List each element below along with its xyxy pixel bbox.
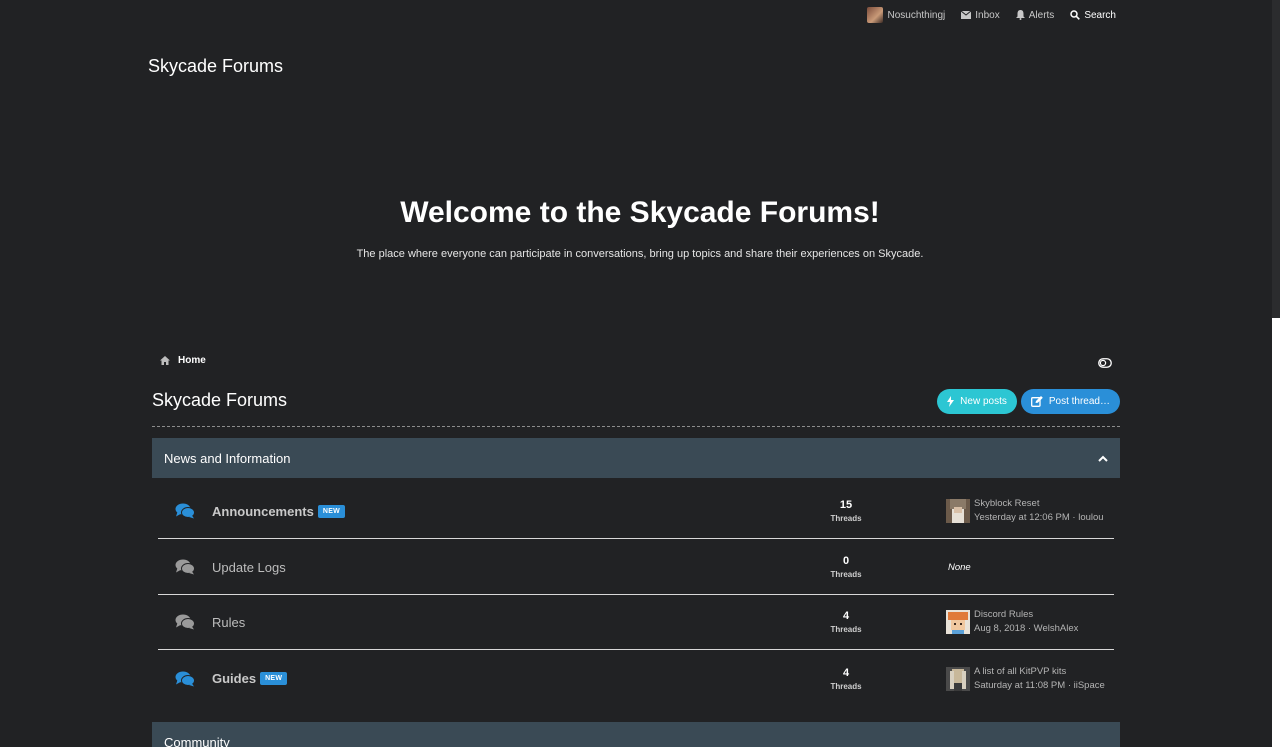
new-badge: NEW: [317, 504, 346, 518]
title-divider: [152, 426, 1120, 427]
section-title[interactable]: Community: [164, 735, 230, 747]
home-icon: [160, 356, 170, 365]
thread-count: 4: [842, 666, 850, 679]
new-posts-label: New posts: [960, 396, 1007, 407]
style-toggle[interactable]: [1098, 355, 1112, 373]
chevron-up-icon[interactable]: [1098, 455, 1108, 462]
comments-icon: [175, 559, 195, 575]
alerts-label: Alerts: [1028, 9, 1055, 21]
thread-count: 0: [842, 555, 850, 567]
page-actions: New posts Post thread…: [937, 389, 1120, 414]
top-navigation: Nosuchthingj Inbox Alerts Search: [867, 6, 1116, 24]
last-poster-avatar[interactable]: [946, 499, 970, 523]
forum-icon: [158, 614, 212, 630]
thread-count-label: Threads: [830, 681, 862, 691]
bell-icon: [1015, 10, 1025, 20]
post-thread-button[interactable]: Post thread…: [1020, 389, 1120, 414]
forum-title[interactable]: Rules: [212, 615, 245, 630]
forum-icon: [158, 671, 212, 687]
forum-row-guides: Guides NEW 4 Threads A list of all KitPV…: [158, 651, 1114, 706]
username-label: Nosuchthingj: [887, 9, 946, 21]
search-label: Search: [1084, 9, 1116, 21]
comments-icon: [175, 503, 195, 519]
thread-count-label: Threads: [830, 514, 862, 523]
edit-icon: [1030, 396, 1043, 407]
forum-row-update-logs: Update Logs 0 Threads None: [158, 540, 1114, 595]
last-post-title[interactable]: Skyblock Reset: [974, 497, 1104, 511]
thread-stats: 4 Threads: [818, 667, 874, 691]
search-icon: [1070, 10, 1081, 20]
last-poster-avatar[interactable]: [946, 666, 970, 691]
last-post-meta: Yesterday at 12:06 PM · loulou: [974, 512, 1104, 523]
forum-title-link[interactable]: Update Logs: [212, 560, 286, 575]
site-title[interactable]: Skycade Forums: [148, 56, 283, 77]
thread-count-label: Threads: [830, 570, 862, 579]
thread-count: 15: [839, 499, 853, 511]
hero-subtitle: The place where everyone can participate…: [356, 248, 924, 260]
last-post: Discord Rules Aug 8, 2018 · WelshAlex: [946, 608, 1106, 636]
last-poster-avatar[interactable]: [946, 610, 970, 634]
last-post: Skyblock Reset Yesterday at 12:06 PM · l…: [946, 497, 1106, 525]
forum-title[interactable]: Announcements: [212, 504, 314, 519]
thread-stats: 0 Threads: [818, 555, 874, 579]
last-post: None: [946, 562, 1106, 573]
user-menu[interactable]: Nosuchthingj: [867, 7, 945, 23]
search-link[interactable]: Search: [1070, 10, 1116, 21]
comments-icon: [175, 614, 195, 630]
inbox-label: Inbox: [975, 9, 1000, 21]
new-badge: NEW: [260, 672, 288, 685]
section-header-community[interactable]: Community: [152, 722, 1120, 747]
last-post-none: None: [948, 561, 971, 573]
forum-title[interactable]: Guides: [212, 671, 256, 686]
section-header-news[interactable]: News and Information: [152, 438, 1120, 478]
thread-count: 4: [842, 610, 850, 622]
envelope-icon: [961, 11, 972, 19]
forum-row-rules: Rules 4 Threads Discord Rules Aug 8, 201…: [158, 595, 1114, 650]
page-title: Skycade Forums: [152, 390, 288, 410]
forum-title-link[interactable]: Rules: [212, 615, 245, 630]
inbox-link[interactable]: Inbox: [961, 9, 1000, 21]
forum-icon: [158, 559, 212, 575]
hero-banner: Welcome to the Skycade Forums! The place…: [0, 196, 1280, 260]
forum-title-link[interactable]: Guides NEW: [212, 671, 288, 686]
alerts-link[interactable]: Alerts: [1015, 9, 1055, 21]
thread-count-label: Threads: [830, 625, 862, 634]
last-post: A list of all KitPVP kits Saturday at 11…: [946, 665, 1106, 693]
scrollbar-thumb[interactable]: [1272, 0, 1280, 318]
thread-stats: 15 Threads: [818, 499, 874, 523]
last-post-meta: Aug 8, 2018 · WelshAlex: [974, 623, 1079, 634]
new-posts-button[interactable]: New posts: [937, 389, 1017, 414]
forum-icon: [158, 503, 212, 519]
section-title[interactable]: News and Information: [164, 451, 290, 466]
forum-title-link[interactable]: Announcements NEW: [212, 504, 346, 519]
avatar: [867, 7, 884, 23]
thread-stats: 4 Threads: [818, 610, 874, 634]
toggle-icon: [1098, 358, 1112, 368]
last-post-title[interactable]: A list of all KitPVP kits: [974, 665, 1105, 679]
last-post-meta: Saturday at 11:08 PM · iiSpace: [974, 679, 1105, 691]
forum-title[interactable]: Update Logs: [212, 560, 286, 575]
bolt-icon: [947, 396, 955, 407]
breadcrumb[interactable]: Home: [160, 355, 206, 366]
forum-row-announcements: Announcements NEW 15 Threads Skyblock Re…: [158, 484, 1114, 539]
hero-heading: Welcome to the Skycade Forums!: [400, 196, 880, 229]
last-post-title[interactable]: Discord Rules: [974, 608, 1078, 622]
breadcrumb-home[interactable]: Home: [178, 355, 206, 366]
page-scrollbar[interactable]: [1272, 0, 1280, 747]
comments-icon: [175, 671, 195, 686]
post-thread-label: Post thread…: [1048, 396, 1110, 407]
